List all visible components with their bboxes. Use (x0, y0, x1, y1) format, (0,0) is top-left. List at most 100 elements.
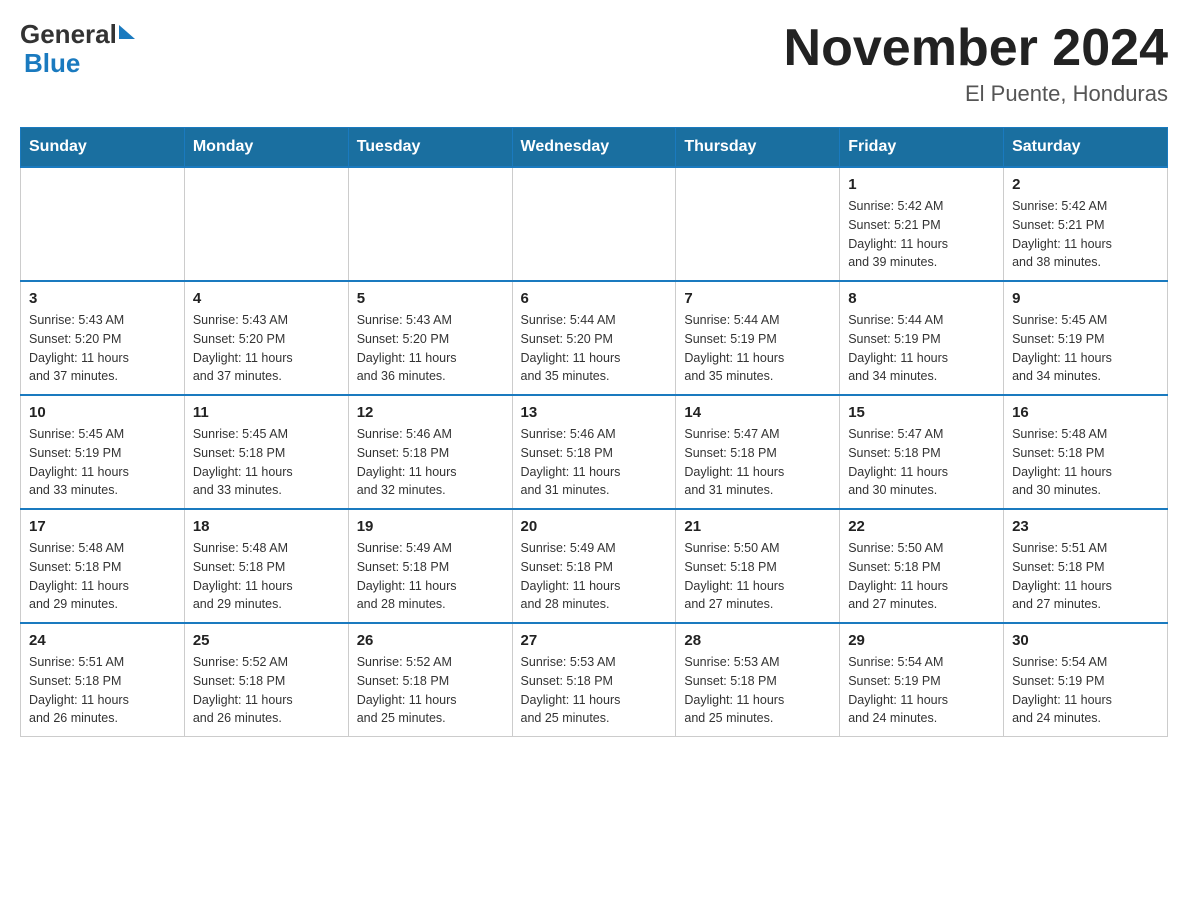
calendar-header-sunday: Sunday (21, 128, 185, 168)
day-info: Sunrise: 5:46 AMSunset: 5:18 PMDaylight:… (521, 425, 668, 500)
day-number: 9 (1012, 290, 1159, 307)
calendar-cell: 25Sunrise: 5:52 AMSunset: 5:18 PMDayligh… (184, 623, 348, 737)
calendar-cell (21, 167, 185, 281)
logo-blue-text: Blue (24, 48, 80, 78)
day-info: Sunrise: 5:48 AMSunset: 5:18 PMDaylight:… (1012, 425, 1159, 500)
day-number: 2 (1012, 176, 1159, 193)
day-number: 16 (1012, 404, 1159, 421)
day-number: 26 (357, 632, 504, 649)
calendar-cell: 4Sunrise: 5:43 AMSunset: 5:20 PMDaylight… (184, 281, 348, 395)
calendar-header-row: SundayMondayTuesdayWednesdayThursdayFrid… (21, 128, 1168, 168)
day-info: Sunrise: 5:48 AMSunset: 5:18 PMDaylight:… (29, 539, 176, 614)
location-subtitle: El Puente, Honduras (784, 81, 1168, 107)
day-number: 13 (521, 404, 668, 421)
calendar-cell: 12 Sunrise: 5:46 AMSunset: 5:18 PMDayligh… (348, 395, 512, 509)
day-number: 28 (684, 632, 831, 649)
day-number: 5 (357, 290, 504, 307)
calendar-header-friday: Friday (840, 128, 1004, 168)
day-info: Sunrise: 5:43 AMSunset: 5:20 PMDaylight:… (29, 311, 176, 386)
day-number: 24 (29, 632, 176, 649)
calendar-table: SundayMondayTuesdayWednesdayThursdayFrid… (20, 127, 1168, 737)
day-number: 3 (29, 290, 176, 307)
calendar-week-row: 3 Sunrise: 5:43 AMSunset: 5:20 PMDaylight… (21, 281, 1168, 395)
calendar-cell: 21 Sunrise: 5:50 AMSunset: 5:18 PMDayligh… (676, 509, 840, 623)
day-info: Sunrise: 5:54 AMSunset: 5:19 PMDaylight:… (1012, 653, 1159, 728)
day-info: Sunrise: 5:42 AMSunset: 5:21 PMDaylight:… (1012, 197, 1159, 272)
calendar-week-row: 17 Sunrise: 5:48 AMSunset: 5:18 PMDayligh… (21, 509, 1168, 623)
day-info: Sunrise: 5:51 AMSunset: 5:18 PMDaylight:… (1012, 539, 1159, 614)
day-info: Sunrise: 5:53 AMSunset: 5:18 PMDaylight:… (521, 653, 668, 728)
day-info: Sunrise: 5:50 AMSunset: 5:18 PMDaylight:… (684, 539, 831, 614)
day-number: 29 (848, 632, 995, 649)
calendar-week-row: 1 Sunrise: 5:42 AMSunset: 5:21 PMDaylight… (21, 167, 1168, 281)
day-number: 8 (848, 290, 995, 307)
calendar-cell: 17 Sunrise: 5:48 AMSunset: 5:18 PMDayligh… (21, 509, 185, 623)
calendar-cell: 22Sunrise: 5:50 AMSunset: 5:18 PMDayligh… (840, 509, 1004, 623)
calendar-cell: 23 Sunrise: 5:51 AMSunset: 5:18 PMDayligh… (1004, 509, 1168, 623)
day-number: 22 (848, 518, 995, 535)
day-info: Sunrise: 5:52 AMSunset: 5:18 PMDaylight:… (193, 653, 340, 728)
day-number: 21 (684, 518, 831, 535)
day-info: Sunrise: 5:49 AMSunset: 5:18 PMDaylight:… (521, 539, 668, 614)
day-info: Sunrise: 5:43 AMSunset: 5:20 PMDaylight:… (193, 311, 340, 386)
calendar-week-row: 10 Sunrise: 5:45 AMSunset: 5:19 PMDayligh… (21, 395, 1168, 509)
day-number: 14 (684, 404, 831, 421)
day-number: 12 (357, 404, 504, 421)
calendar-header-wednesday: Wednesday (512, 128, 676, 168)
calendar-cell: 8Sunrise: 5:44 AMSunset: 5:19 PMDaylight… (840, 281, 1004, 395)
calendar-cell: 1 Sunrise: 5:42 AMSunset: 5:21 PMDaylight… (840, 167, 1004, 281)
logo-arrow-icon (119, 25, 135, 39)
day-info: Sunrise: 5:45 AMSunset: 5:19 PMDaylight:… (1012, 311, 1159, 386)
calendar-header-tuesday: Tuesday (348, 128, 512, 168)
calendar-cell: 20 Sunrise: 5:49 AMSunset: 5:18 PMDayligh… (512, 509, 676, 623)
day-number: 18 (193, 518, 340, 535)
calendar-cell: 11 Sunrise: 5:45 AMSunset: 5:18 PMDayligh… (184, 395, 348, 509)
calendar-cell: 2 Sunrise: 5:42 AMSunset: 5:21 PMDaylight… (1004, 167, 1168, 281)
day-number: 17 (29, 518, 176, 535)
calendar-cell: 7 Sunrise: 5:44 AMSunset: 5:19 PMDaylight… (676, 281, 840, 395)
calendar-header-thursday: Thursday (676, 128, 840, 168)
calendar-cell (184, 167, 348, 281)
calendar-cell (348, 167, 512, 281)
day-number: 1 (848, 176, 995, 193)
day-number: 10 (29, 404, 176, 421)
day-info: Sunrise: 5:44 AMSunset: 5:19 PMDaylight:… (684, 311, 831, 386)
calendar-cell: 3 Sunrise: 5:43 AMSunset: 5:20 PMDaylight… (21, 281, 185, 395)
calendar-cell: 24 Sunrise: 5:51 AMSunset: 5:18 PMDayligh… (21, 623, 185, 737)
day-number: 23 (1012, 518, 1159, 535)
calendar-cell: 5 Sunrise: 5:43 AMSunset: 5:20 PMDaylight… (348, 281, 512, 395)
day-info: Sunrise: 5:45 AMSunset: 5:19 PMDaylight:… (29, 425, 176, 500)
day-info: Sunrise: 5:45 AMSunset: 5:18 PMDaylight:… (193, 425, 340, 500)
logo-general-text: General (20, 20, 117, 49)
day-number: 27 (521, 632, 668, 649)
day-info: Sunrise: 5:47 AMSunset: 5:18 PMDaylight:… (848, 425, 995, 500)
day-info: Sunrise: 5:42 AMSunset: 5:21 PMDaylight:… (848, 197, 995, 272)
logo: General Blue (20, 20, 135, 77)
calendar-week-row: 24 Sunrise: 5:51 AMSunset: 5:18 PMDayligh… (21, 623, 1168, 737)
calendar-cell (676, 167, 840, 281)
day-info: Sunrise: 5:47 AMSunset: 5:18 PMDaylight:… (684, 425, 831, 500)
day-info: Sunrise: 5:51 AMSunset: 5:18 PMDaylight:… (29, 653, 176, 728)
calendar-cell: 6Sunrise: 5:44 AMSunset: 5:20 PMDaylight… (512, 281, 676, 395)
day-info: Sunrise: 5:54 AMSunset: 5:19 PMDaylight:… (848, 653, 995, 728)
calendar-cell: 26 Sunrise: 5:52 AMSunset: 5:18 PMDayligh… (348, 623, 512, 737)
day-number: 20 (521, 518, 668, 535)
calendar-cell: 9 Sunrise: 5:45 AMSunset: 5:19 PMDaylight… (1004, 281, 1168, 395)
calendar-header-monday: Monday (184, 128, 348, 168)
calendar-cell: 27 Sunrise: 5:53 AMSunset: 5:18 PMDayligh… (512, 623, 676, 737)
month-title: November 2024 (784, 20, 1168, 77)
day-info: Sunrise: 5:46 AMSunset: 5:18 PMDaylight:… (357, 425, 504, 500)
page-header: General Blue November 2024 El Puente, Ho… (20, 20, 1168, 107)
day-number: 11 (193, 404, 340, 421)
calendar-cell: 15Sunrise: 5:47 AMSunset: 5:18 PMDayligh… (840, 395, 1004, 509)
day-number: 7 (684, 290, 831, 307)
day-info: Sunrise: 5:43 AMSunset: 5:20 PMDaylight:… (357, 311, 504, 386)
calendar-cell: 18Sunrise: 5:48 AMSunset: 5:18 PMDayligh… (184, 509, 348, 623)
calendar-cell: 13 Sunrise: 5:46 AMSunset: 5:18 PMDayligh… (512, 395, 676, 509)
day-info: Sunrise: 5:52 AMSunset: 5:18 PMDaylight:… (357, 653, 504, 728)
calendar-cell (512, 167, 676, 281)
title-section: November 2024 El Puente, Honduras (784, 20, 1168, 107)
calendar-cell: 10 Sunrise: 5:45 AMSunset: 5:19 PMDayligh… (21, 395, 185, 509)
day-info: Sunrise: 5:44 AMSunset: 5:20 PMDaylight:… (521, 311, 668, 386)
calendar-cell: 14 Sunrise: 5:47 AMSunset: 5:18 PMDayligh… (676, 395, 840, 509)
